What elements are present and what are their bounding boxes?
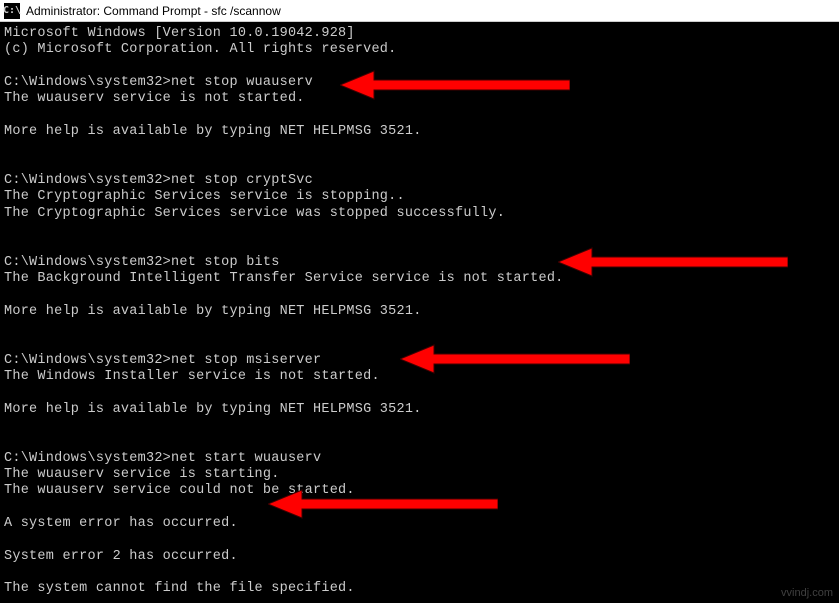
console-line: The wuauserv service is not started. <box>4 91 833 107</box>
console-line <box>4 532 833 548</box>
command-text: net start wuauserv <box>171 451 321 466</box>
console-line: The system cannot find the file specifie… <box>4 581 833 597</box>
console-output[interactable]: Microsoft Windows [Version 10.0.19042.92… <box>0 22 839 601</box>
prompt-path: C:\Windows\system32> <box>4 75 171 90</box>
console-line <box>4 108 833 124</box>
console-line <box>4 238 833 254</box>
prompt-path: C:\Windows\system32> <box>4 255 171 270</box>
console-line: System error 2 has occurred. <box>4 549 833 565</box>
console-line: C:\Windows\system32>net stop cryptSvc <box>4 173 833 189</box>
console-line: The Cryptographic Services service was s… <box>4 206 833 222</box>
console-line: More help is available by typing NET HEL… <box>4 402 833 418</box>
window-title: Administrator: Command Prompt - sfc /sca… <box>26 4 281 18</box>
console-line <box>4 565 833 581</box>
console-line: (c) Microsoft Corporation. All rights re… <box>4 42 833 58</box>
prompt-path: C:\Windows\system32> <box>4 353 171 368</box>
console-line <box>4 320 833 336</box>
console-line <box>4 336 833 352</box>
console-line: A system error has occurred. <box>4 516 833 532</box>
console-line <box>4 287 833 303</box>
cmd-icon: C:\ <box>4 3 20 19</box>
console-line <box>4 157 833 173</box>
command-text: net stop wuauserv <box>171 75 313 90</box>
console-line <box>4 59 833 75</box>
prompt-path: C:\Windows\system32> <box>4 451 171 466</box>
console-line: C:\Windows\system32>net stop bits <box>4 255 833 271</box>
console-line: The wuauserv service is starting. <box>4 467 833 483</box>
window-titlebar[interactable]: C:\ Administrator: Command Prompt - sfc … <box>0 0 839 22</box>
console-line: The Windows Installer service is not sta… <box>4 369 833 385</box>
console-line: The wuauserv service could not be starte… <box>4 483 833 499</box>
console-line: C:\Windows\system32>net stop msiserver <box>4 353 833 369</box>
console-line <box>4 385 833 401</box>
command-text: net stop msiserver <box>171 353 321 368</box>
console-line: C:\Windows\system32>net start wuauserv <box>4 451 833 467</box>
console-line: C:\Windows\system32>net stop wuauserv <box>4 75 833 91</box>
console-line: More help is available by typing NET HEL… <box>4 304 833 320</box>
command-text: net stop bits <box>171 255 280 270</box>
console-line: The Background Intelligent Transfer Serv… <box>4 271 833 287</box>
console-line: Microsoft Windows [Version 10.0.19042.92… <box>4 26 833 42</box>
console-line <box>4 222 833 238</box>
console-line <box>4 418 833 434</box>
console-line <box>4 434 833 450</box>
prompt-path: C:\Windows\system32> <box>4 173 171 188</box>
console-line: The Cryptographic Services service is st… <box>4 189 833 205</box>
console-line <box>4 500 833 516</box>
console-line: More help is available by typing NET HEL… <box>4 124 833 140</box>
console-line <box>4 140 833 156</box>
watermark: vvindj.com <box>781 587 833 599</box>
command-text: net stop cryptSvc <box>171 173 313 188</box>
